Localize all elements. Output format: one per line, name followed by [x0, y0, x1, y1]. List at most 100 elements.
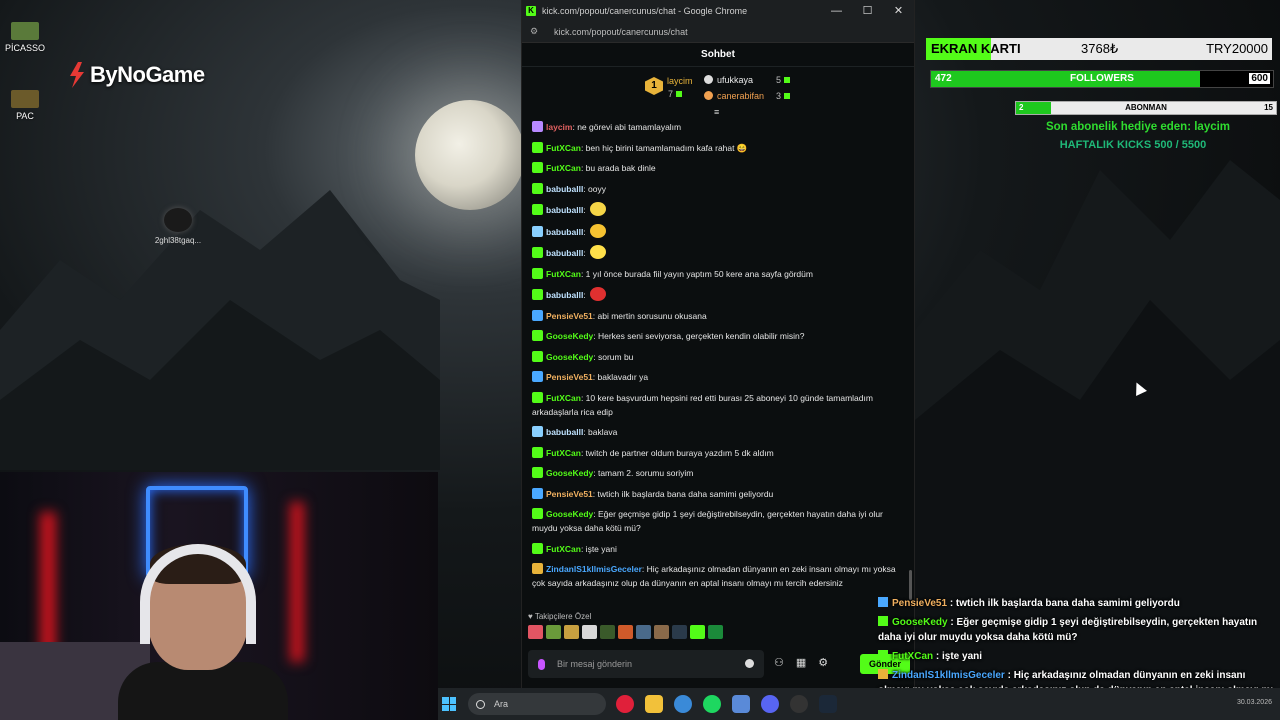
maximize-button[interactable]: ☐ [852, 4, 883, 17]
emote-bar-label: ♥ Takipçilere Özel [528, 612, 908, 621]
chat-message: babuballl: ooyy [532, 182, 898, 196]
chat-username[interactable]: babuballl [546, 227, 583, 237]
settings-icon[interactable]: ⚙ [818, 656, 828, 669]
chat-username[interactable]: laycim [546, 122, 572, 132]
emote-icon[interactable] [564, 625, 579, 639]
gift-leaderboard: 1 laycim 7 ufukkaya 5 canerabifan 3 ≡ [522, 67, 914, 117]
chat-username[interactable]: PensieVe51 [546, 311, 593, 321]
leaderboard-menu-icon[interactable]: ≡ [714, 107, 724, 117]
chat-username[interactable]: FutXCan [546, 544, 581, 554]
discord-icon[interactable] [761, 695, 779, 713]
address-bar[interactable]: ⚙ kick.com/popout/canercunus/chat [522, 21, 914, 43]
chat-username[interactable]: babuballl [546, 205, 583, 215]
chat-text: : twtich ilk başlarda bana daha samimi g… [592, 488, 774, 499]
emote-icon[interactable] [546, 625, 561, 639]
emote-icon[interactable] [672, 625, 687, 639]
user-badge-icon [532, 182, 543, 194]
user-badge-icon [878, 650, 888, 660]
leader-second-name: ufukkaya [717, 75, 754, 85]
emote-icon[interactable] [690, 625, 705, 639]
desktop-icon-picasso[interactable]: PİCASSO [0, 22, 50, 53]
desktop-file-icon[interactable]: 2ghl38tgaq... [150, 208, 206, 245]
chat-username[interactable]: GooseKedy [546, 468, 593, 478]
steam-icon[interactable] [819, 695, 837, 713]
chat-username[interactable]: GooseKedy [546, 331, 593, 341]
emote-icon[interactable] [600, 625, 615, 639]
chat-username[interactable]: babuballl [546, 290, 583, 300]
chat-message: babuballl: [532, 202, 898, 217]
taskbar-search-placeholder[interactable]: Ara [494, 699, 508, 709]
url-text[interactable]: kick.com/popout/canercunus/chat [554, 27, 688, 37]
spotify-icon[interactable] [703, 695, 721, 713]
minimize-button[interactable]: — [821, 5, 852, 17]
user-badge-icon [878, 616, 888, 626]
overlay-chat-line: FutXCan : işte yani [878, 649, 1278, 664]
user-badge-icon [532, 371, 543, 382]
gift-icon [676, 91, 683, 97]
emote-icon[interactable] [708, 625, 723, 639]
chat-text: : twitch de partner oldum buraya yazdım … [580, 447, 774, 458]
emote-icon[interactable] [528, 625, 543, 639]
chat-message: ZindanlS1kllmisGeceler: Hiç arkadaşınız … [532, 562, 898, 590]
chat-username[interactable]: FutXCan [546, 143, 581, 153]
desktop-icon-pac[interactable]: PAC [0, 90, 50, 121]
chat-username[interactable]: FutXCan [546, 269, 581, 279]
emote-icon[interactable] [618, 625, 633, 639]
chat-username[interactable]: PensieVe51 [546, 372, 593, 382]
count-value: 5 [776, 75, 782, 85]
file-explorer-icon[interactable] [645, 695, 663, 713]
search-icon [476, 699, 485, 709]
chat-message: GooseKedy: tamam 2. sorumu soriyim [532, 466, 898, 480]
chat-messages[interactable]: laycim: ne görevi abi tamamlayalım FutXCa… [522, 117, 914, 603]
chat-username[interactable]: babuballl [546, 184, 583, 194]
user-badge-icon [532, 309, 543, 321]
chat-username[interactable]: ZindanlS1kllmisGeceler [546, 564, 642, 574]
user-badge-icon [532, 141, 543, 153]
chat-username[interactable]: GooseKedy [546, 352, 593, 362]
emoji-picker-icon[interactable] [745, 659, 754, 668]
emote-icon[interactable] [636, 625, 651, 639]
emote-icon[interactable] [582, 625, 597, 639]
bynogame-mark-icon [70, 62, 84, 88]
gpu-goal-bar: EKRAN KARTI 3768₺ TRY20000 [926, 38, 1272, 60]
store-icon[interactable]: ▦ [796, 656, 806, 669]
leader-second-count: 5 [776, 75, 791, 85]
windows-start-icon[interactable] [442, 697, 456, 711]
chat-username[interactable]: FutXCan [546, 448, 581, 458]
chat-username[interactable]: babuballl [546, 427, 583, 437]
mic-icon[interactable] [538, 658, 545, 670]
chat-username[interactable]: FutXCan [546, 393, 581, 403]
app-icon[interactable] [732, 695, 750, 713]
desktop-icon-label: PİCASSO [4, 43, 45, 53]
chat-input-placeholder[interactable]: Bir mesaj gönderin [557, 659, 632, 669]
pac-icon [11, 90, 39, 108]
clock-date[interactable]: 30.03.2026 [1237, 699, 1272, 706]
taskbar-search[interactable]: Ara [468, 693, 606, 715]
subs-bar: 2 ABONMAN 15 [1015, 101, 1277, 115]
chat-username[interactable]: babuballl [546, 248, 583, 258]
leader-second[interactable]: ufukkaya [704, 75, 753, 85]
leader-third[interactable]: canerabifan [704, 91, 764, 101]
chat-text: : [583, 290, 586, 300]
chat-username[interactable]: PensieVe51 [546, 489, 593, 499]
emote-icon[interactable] [654, 625, 669, 639]
chat-message: FutXCan: işte yani [532, 542, 898, 556]
close-button[interactable]: ✕ [883, 4, 914, 17]
chat-message: FutXCan: 1 yıl önce burada fiil yayın ya… [532, 267, 898, 281]
media-app-icon[interactable] [616, 695, 634, 713]
chrome-icon[interactable] [674, 695, 692, 713]
chat-input[interactable]: Bir mesaj gönderin [528, 650, 764, 678]
overlay-chat-username: ZindanlS1kllmisGeceler [892, 670, 1005, 681]
followers-label: FOLLOWERS [1070, 73, 1134, 84]
chat-username[interactable]: FutXCan [546, 163, 581, 173]
leader-first-name[interactable]: laycim [667, 76, 693, 86]
people-icon[interactable]: ⚇ [774, 656, 784, 669]
site-info-icon[interactable]: ⚙ [530, 26, 542, 37]
obs-icon[interactable] [790, 695, 808, 713]
chat-username[interactable]: GooseKedy [546, 509, 593, 519]
subs-label: ABONMAN [1125, 103, 1167, 112]
user-badge-icon [878, 669, 888, 679]
chat-text: : [583, 248, 586, 258]
chat-text: : Herkes seni seviyorsa, gerçekten kendi… [593, 331, 805, 341]
user-badge-icon [532, 508, 543, 519]
